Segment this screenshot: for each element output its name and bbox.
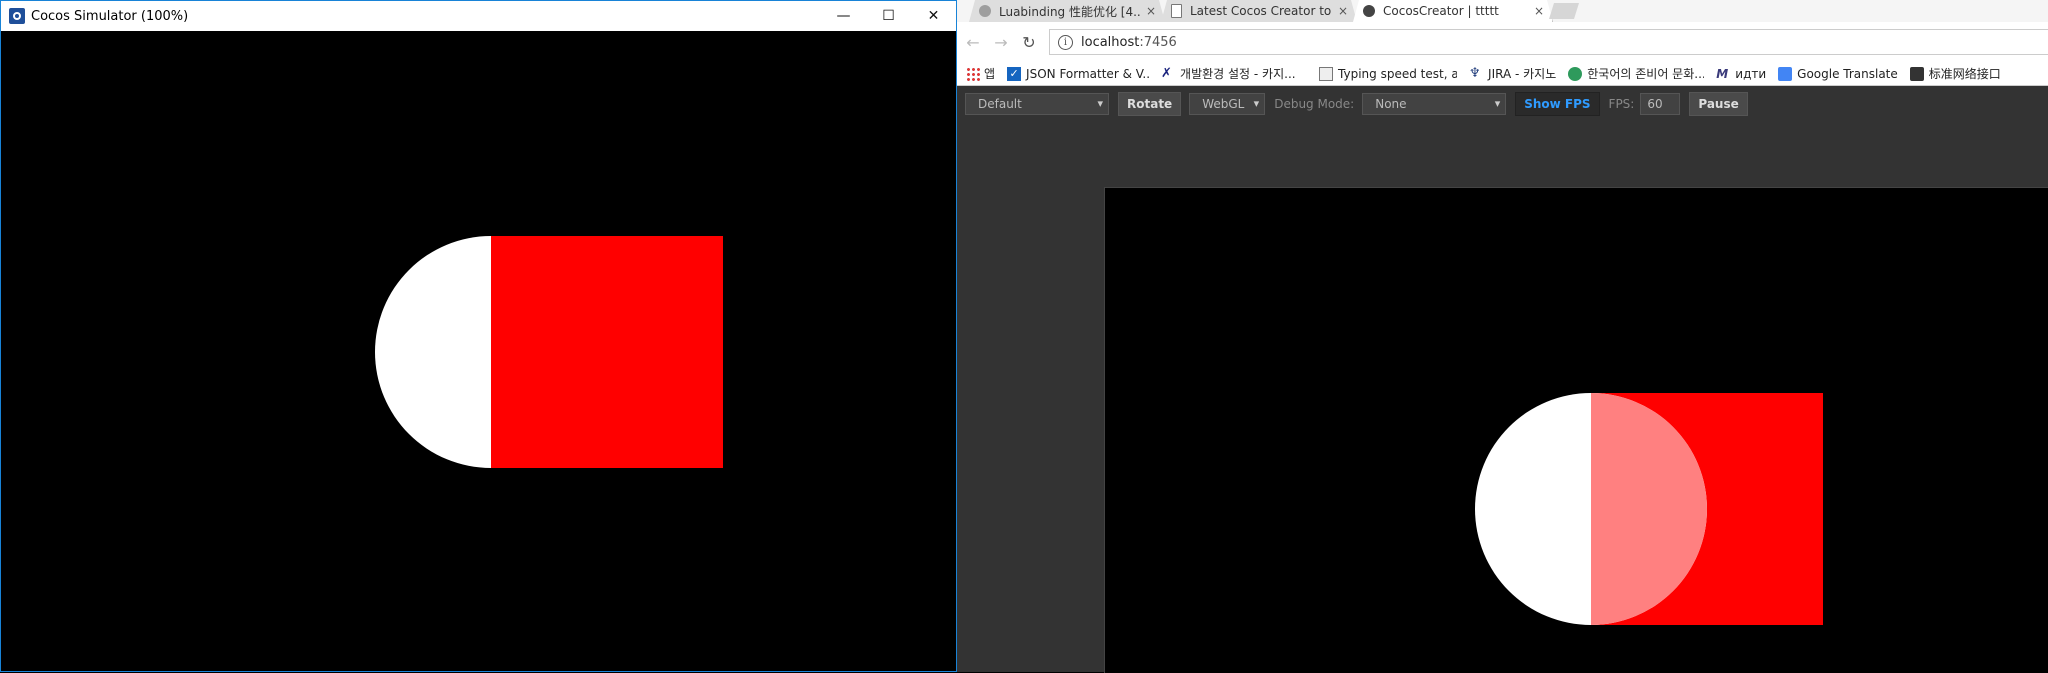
document-icon bbox=[1171, 4, 1182, 18]
bookmark-label: 한국어의 존비어 문화... bbox=[1587, 67, 1705, 81]
cocos-icon bbox=[9, 8, 25, 24]
simulator-title: Cocos Simulator (100%) bbox=[31, 8, 189, 24]
show-fps-button[interactable]: Show FPS bbox=[1515, 92, 1600, 116]
url-port: :7456 bbox=[1139, 34, 1177, 50]
tab-luabinding[interactable]: Luabinding 性能优化 [4... × bbox=[969, 0, 1165, 22]
bookmark-apps[interactable]: 앱 bbox=[957, 65, 995, 82]
simulator-scene bbox=[375, 236, 723, 468]
forward-icon[interactable]: → bbox=[989, 33, 1013, 52]
simulator-window: Cocos Simulator (100%) — ☐ ✕ bbox=[0, 0, 957, 672]
debug-mode-value: None bbox=[1375, 97, 1407, 111]
translate-icon bbox=[1778, 66, 1793, 81]
debug-mode-select[interactable]: None bbox=[1362, 93, 1507, 115]
tab-label: Luabinding 性能优化 [4... bbox=[999, 4, 1140, 19]
simulator-titlebar[interactable]: Cocos Simulator (100%) — ☐ ✕ bbox=[1, 1, 956, 31]
bookmark-korean[interactable]: 한국어의 존비어 문화... bbox=[1568, 65, 1704, 82]
m-icon: M bbox=[1716, 66, 1729, 81]
jira-icon: ♆ bbox=[1469, 65, 1481, 81]
renderer-select[interactable]: WebGL bbox=[1189, 93, 1266, 115]
red-square-sprite bbox=[491, 236, 723, 468]
cocos-icon bbox=[1363, 5, 1375, 17]
bookmark-json-formatter[interactable]: ✓ JSON Formatter & V... bbox=[1007, 66, 1150, 81]
preview-scene bbox=[1475, 393, 1823, 625]
tab-label: Latest Cocos Creator to... bbox=[1190, 4, 1332, 18]
bookmark-label: JIRA - 카지노 bbox=[1488, 67, 1557, 81]
bookmarks-bar: 앱 ✓ JSON Formatter & V... ✗ 개발환경 설정 - 카지… bbox=[957, 62, 2048, 86]
browser-window: Luabinding 性能优化 [4... × Latest Cocos Cre… bbox=[957, 0, 2048, 673]
bookmark-dev-setup[interactable]: ✗ 개발환경 설정 - 카지... bbox=[1161, 65, 1307, 82]
bookmark-typing-test[interactable]: Typing speed test, ac... bbox=[1319, 66, 1458, 81]
tab-strip: Luabinding 性能优化 [4... × Latest Cocos Cre… bbox=[957, 0, 2048, 22]
bookmark-label: 앱 bbox=[984, 67, 996, 81]
close-icon[interactable]: × bbox=[1146, 4, 1156, 18]
minimize-button[interactable]: — bbox=[821, 1, 866, 31]
renderer-value: WebGL bbox=[1202, 97, 1245, 111]
bookmark-google-translate[interactable]: Google Translate bbox=[1778, 66, 1898, 81]
fps-label: FPS: bbox=[1608, 97, 1635, 111]
bookmark-label: идти bbox=[1735, 66, 1767, 81]
preview-game-canvas[interactable] bbox=[1104, 187, 2048, 673]
checkbox-icon: ✓ bbox=[1007, 66, 1022, 81]
pause-button[interactable]: Pause bbox=[1689, 92, 1748, 116]
bookmark-label: Typing speed test, ac... bbox=[1338, 66, 1458, 81]
debug-mode-label: Debug Mode: bbox=[1274, 97, 1355, 111]
bookmark-label: Google Translate bbox=[1797, 66, 1898, 81]
apps-icon bbox=[966, 66, 980, 81]
speech-bubble-icon bbox=[979, 5, 991, 17]
new-tab-button[interactable] bbox=[1549, 3, 1579, 19]
close-icon[interactable]: × bbox=[1534, 4, 1544, 18]
info-icon[interactable]: i bbox=[1058, 34, 1073, 50]
close-button[interactable]: ✕ bbox=[911, 1, 956, 31]
browser-toolbar: ← → ↻ i localhost:7456 bbox=[957, 22, 2048, 62]
close-icon[interactable]: × bbox=[1338, 4, 1348, 18]
window-controls: — ☐ ✕ bbox=[821, 1, 956, 31]
page-icon bbox=[1319, 66, 1334, 81]
tab-label: CocosCreator | ttttt bbox=[1383, 4, 1499, 18]
circle-icon bbox=[1568, 66, 1583, 81]
simulator-game-canvas[interactable] bbox=[1, 32, 956, 671]
preview-toolbar: Default Rotate WebGL Debug Mode: None Sh… bbox=[957, 86, 2048, 122]
bookmark-jira[interactable]: ♆ JIRA - 카지노 bbox=[1469, 65, 1556, 82]
bookmark-label: 개발환경 설정 - 카지... bbox=[1180, 67, 1296, 81]
reload-icon[interactable]: ↻ bbox=[1017, 33, 1041, 52]
device-select[interactable]: Default bbox=[965, 93, 1109, 115]
tools-icon: ✗ bbox=[1161, 65, 1172, 81]
maximize-button[interactable]: ☐ bbox=[866, 1, 911, 31]
rotate-button[interactable]: Rotate bbox=[1118, 92, 1182, 116]
white-half-circle-sprite bbox=[375, 236, 491, 468]
tab-cocoscreator[interactable]: CocosCreator | ttttt × bbox=[1353, 0, 1553, 22]
fps-input[interactable]: 60 bbox=[1640, 93, 1681, 115]
address-bar[interactable]: i localhost:7456 bbox=[1049, 29, 2048, 55]
bookmark-network-api[interactable]: 标准网络接口 bbox=[1909, 65, 2001, 82]
bookmark-label: 标准网络接口 bbox=[1928, 67, 2001, 81]
cocos-icon bbox=[1909, 66, 1924, 81]
bookmark-idti[interactable]: M идти bbox=[1716, 67, 1766, 81]
bookmark-label: JSON Formatter & V... bbox=[1026, 66, 1150, 81]
url-host: localhost bbox=[1081, 34, 1140, 50]
url-text[interactable]: localhost:7456 bbox=[1081, 35, 1177, 50]
back-icon[interactable]: ← bbox=[961, 33, 985, 52]
device-value: Default bbox=[978, 97, 1022, 111]
tab-latest-cocos[interactable]: Latest Cocos Creator to... × bbox=[1161, 0, 1357, 22]
